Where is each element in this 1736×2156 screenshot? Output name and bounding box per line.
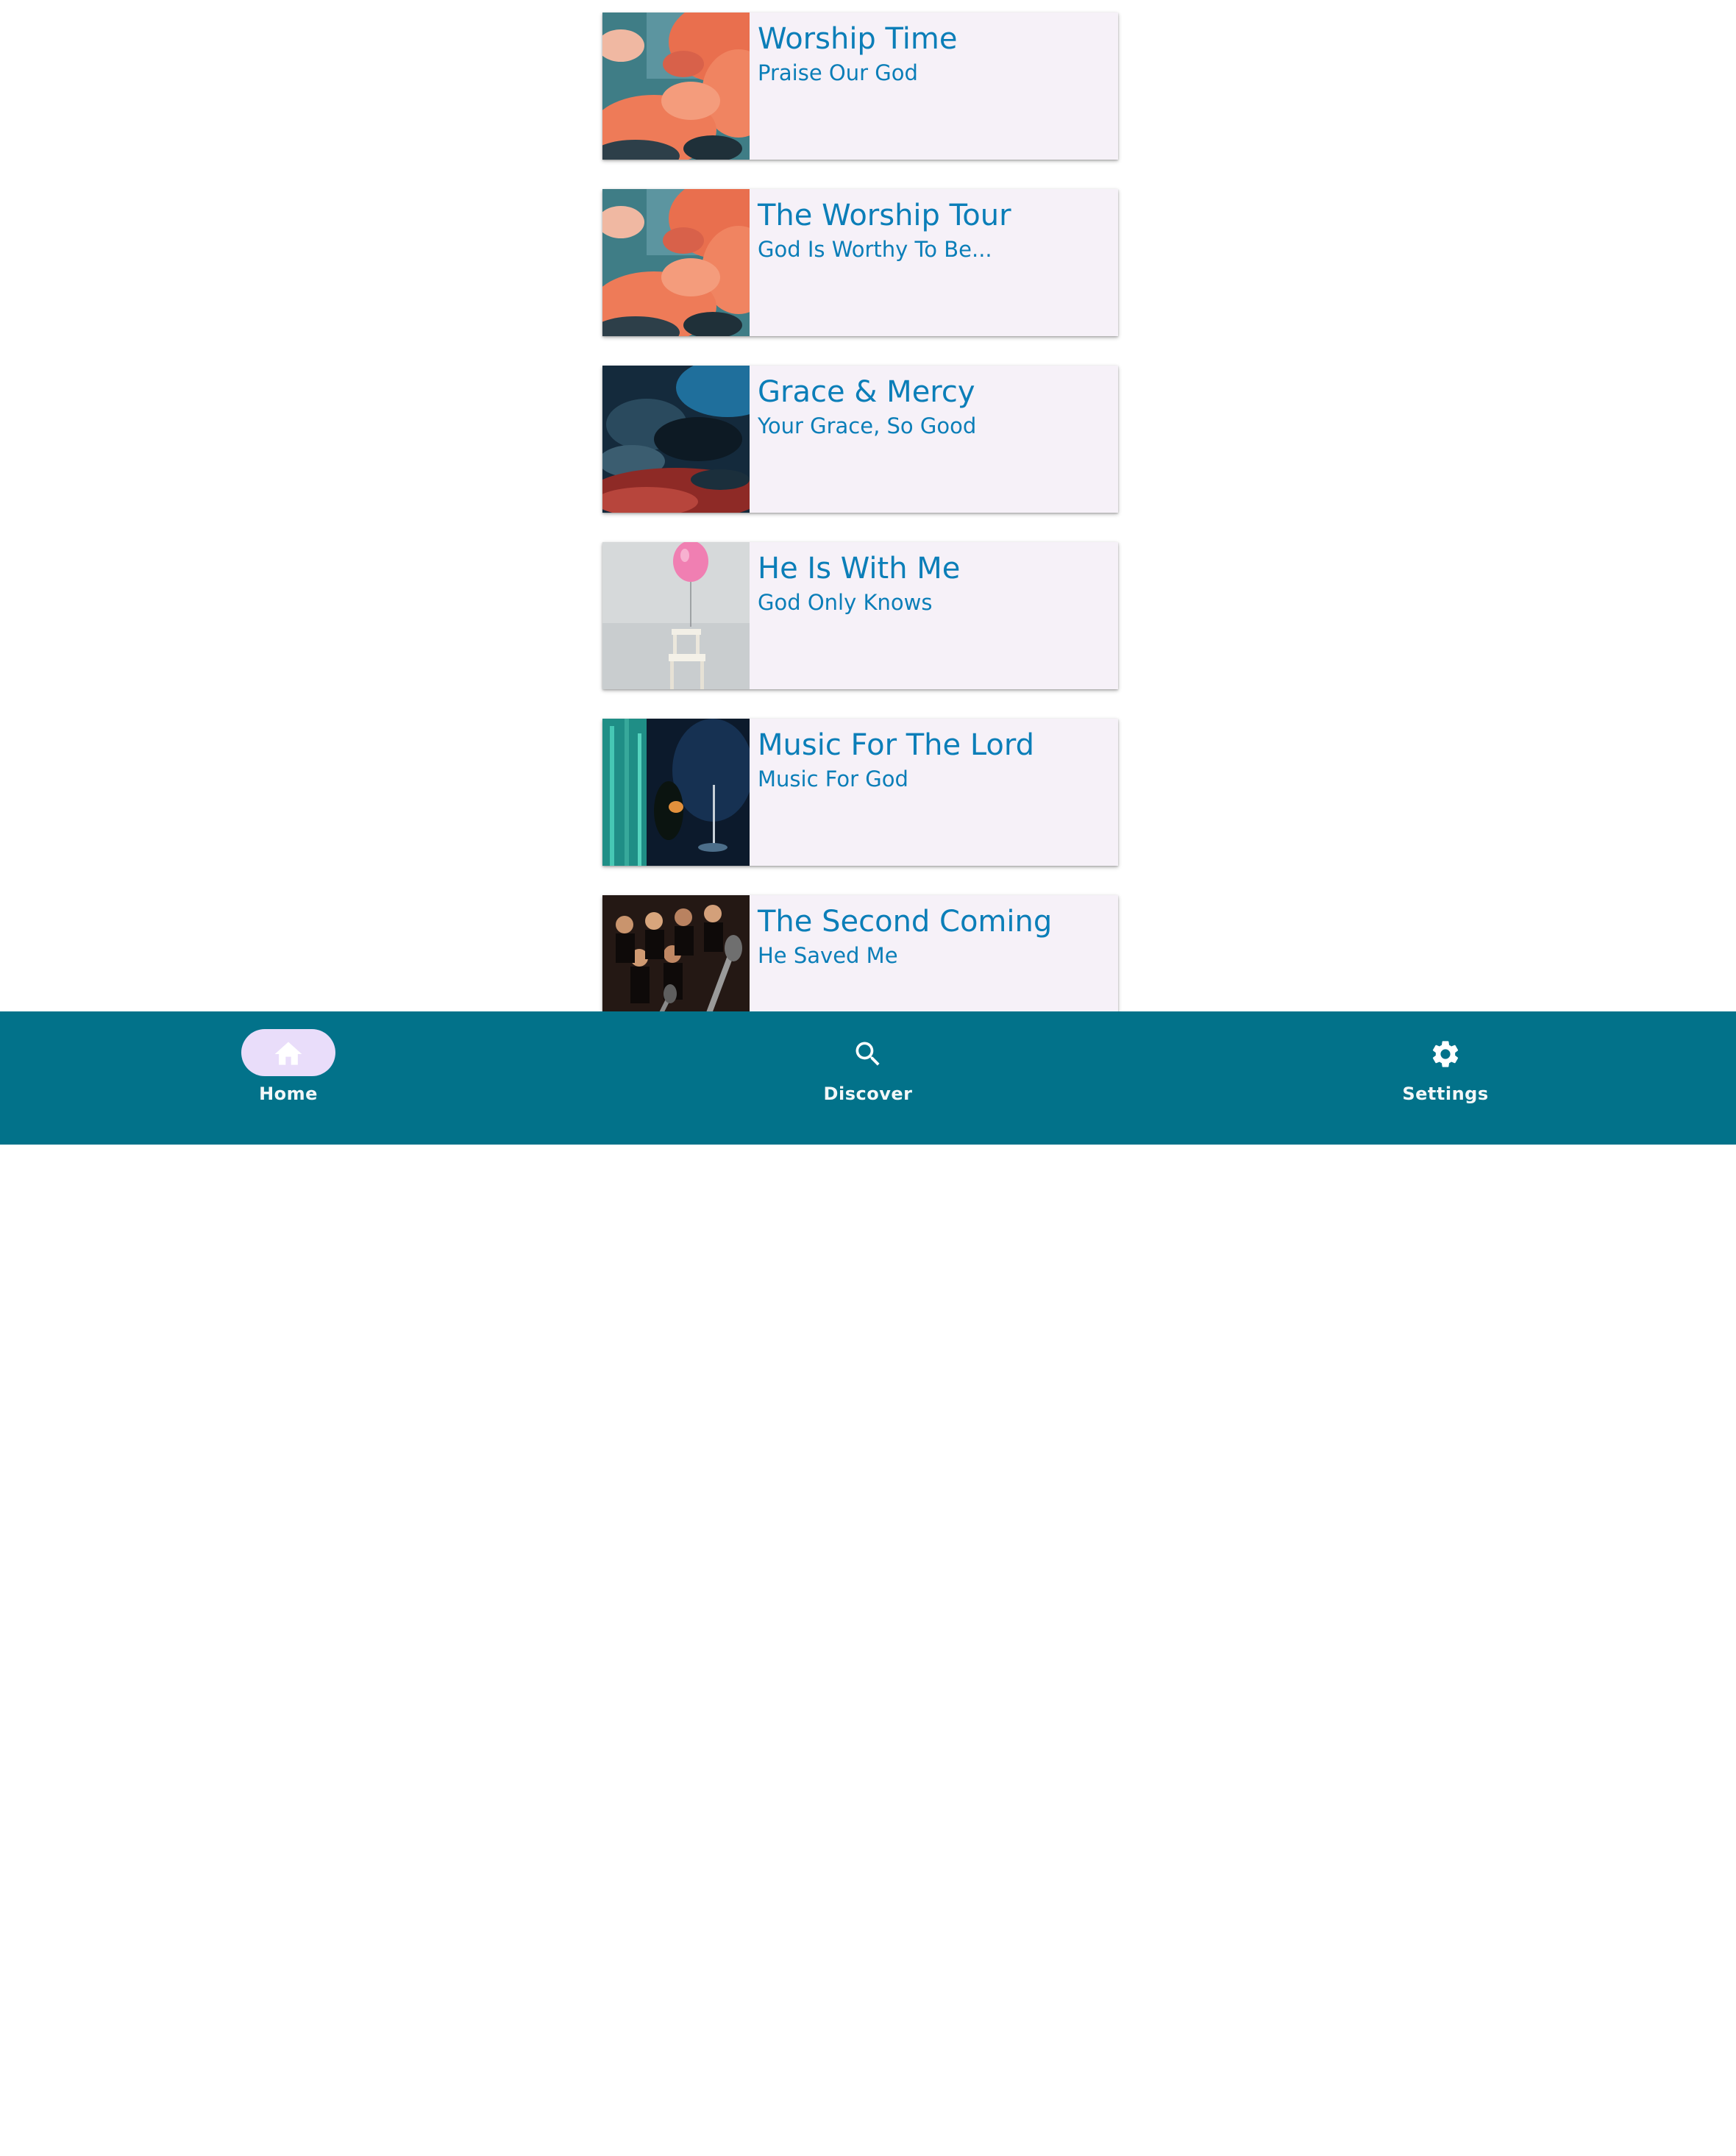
playlist-subtitle: God Only Knows	[758, 590, 933, 615]
playlist-subtitle: God Is Worthy To Be...	[758, 237, 992, 262]
bottom-navigation-bar: Home Discover Settings	[0, 1011, 1736, 2156]
playlist-subtitle: He Saved Me	[758, 943, 898, 968]
nav-label-discover: Discover	[823, 1084, 913, 1104]
playlist-card[interactable]: The Worship Tour God Is Worthy To Be...	[602, 189, 1118, 336]
playlist-title: Worship Time	[758, 22, 958, 56]
playlist-card[interactable]: Worship Time Praise Our God	[602, 13, 1118, 160]
home-icon	[274, 1042, 302, 1065]
playlist-card[interactable]: Music For The Lord Music For God	[602, 719, 1118, 866]
playlist-title: The Second Coming	[758, 905, 1053, 939]
playlist-cover-image	[602, 13, 750, 160]
nav-label-home: Home	[259, 1084, 318, 1104]
playlist-subtitle: Your Grace, So Good	[758, 413, 977, 438]
playlist-card[interactable]: Grace & Mercy Your Grace, So Good	[602, 366, 1118, 513]
nav-item-settings[interactable]: Settings	[1350, 1011, 1541, 1122]
system-home-indicator[interactable]	[636, 2150, 1100, 2156]
playlist-cover-image	[602, 895, 750, 1011]
nav-label-settings: Settings	[1402, 1084, 1489, 1104]
playlist-title: The Worship Tour	[758, 199, 1011, 232]
playlist-cover-image	[602, 366, 750, 513]
playlist-title: Music For The Lord	[758, 728, 1035, 762]
playlist-subtitle: Music For God	[758, 766, 908, 791]
playlist-subtitle: Praise Our God	[758, 60, 918, 85]
nav-item-home[interactable]: Home	[193, 1011, 384, 1122]
playlist-cover-image	[602, 719, 750, 866]
playlist-title: He Is With Me	[758, 552, 961, 586]
playlist-cover-image	[602, 542, 750, 689]
playlist-list[interactable]: Worship Time Praise Our God The Worship …	[0, 0, 1736, 1011]
nav-item-discover[interactable]: Discover	[772, 1011, 964, 1122]
search-icon	[855, 1042, 880, 1066]
playlist-card[interactable]: The Second Coming He Saved Me	[602, 895, 1118, 1011]
gear-icon	[1432, 1041, 1459, 1067]
playlist-card[interactable]: He Is With Me God Only Knows	[602, 542, 1118, 689]
playlist-cover-image	[602, 189, 750, 336]
playlist-title: Grace & Mercy	[758, 375, 975, 409]
